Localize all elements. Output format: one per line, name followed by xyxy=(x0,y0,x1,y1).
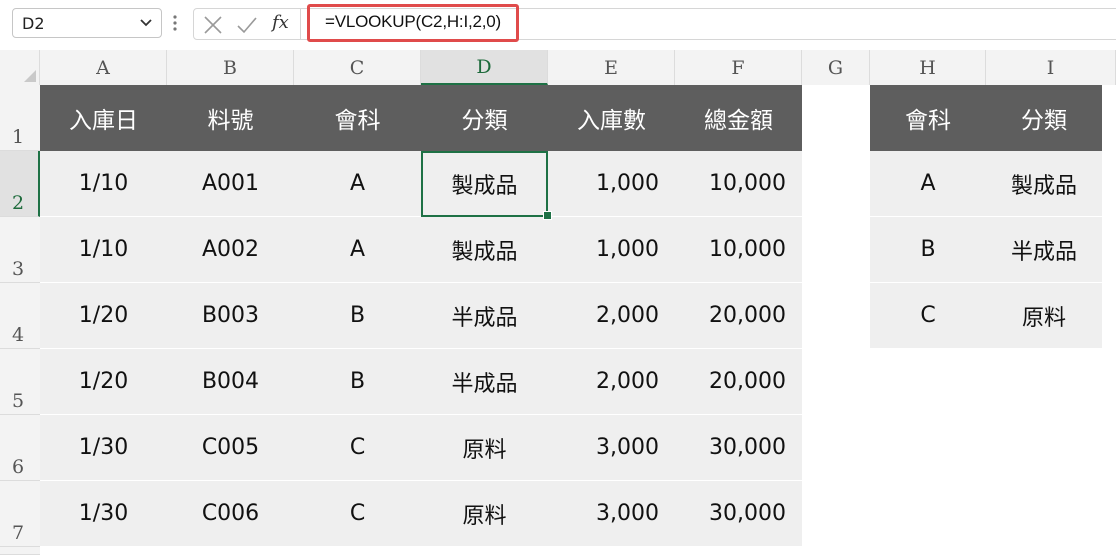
table-header-cell[interactable]: 入庫日 xyxy=(40,85,167,151)
table-cell[interactable]: A001 xyxy=(167,151,294,217)
table-cell[interactable]: 原料 xyxy=(421,481,548,547)
formula-buttons: fx xyxy=(193,8,301,40)
table-cell[interactable]: 1/30 xyxy=(40,481,167,547)
formula-text[interactable]: =VLOOKUP(C2,H:I,2,0) xyxy=(325,12,501,32)
insert-function-icon[interactable]: fx xyxy=(272,12,289,33)
row-header-5[interactable]: 5 xyxy=(0,349,40,415)
table-cell[interactable]: C005 xyxy=(167,415,294,481)
lookup-header-cell[interactable]: 分類 xyxy=(986,85,1102,151)
lookup-cell[interactable]: 原料 xyxy=(986,283,1102,349)
table-cell[interactable]: B xyxy=(294,283,421,349)
table-cell[interactable]: 1/30 xyxy=(40,415,167,481)
column-header-b[interactable]: B xyxy=(167,50,294,85)
column-header-g[interactable]: G xyxy=(802,50,870,85)
lookup-cell[interactable]: 製成品 xyxy=(986,151,1102,217)
formula-bar: D2 fx =VLOOKUP(C2,H:I,2,0) xyxy=(0,0,1116,50)
table-cell[interactable]: 20,000 xyxy=(675,349,802,415)
table-header-cell[interactable]: 料號 xyxy=(167,85,294,151)
table-cell[interactable]: 3,000 xyxy=(548,415,675,481)
table-cell[interactable]: C xyxy=(294,415,421,481)
table-cell[interactable]: A xyxy=(294,217,421,283)
table-header-cell[interactable]: 入庫數 xyxy=(548,85,675,151)
row-header-2[interactable]: 2 xyxy=(0,151,40,217)
table-cell[interactable]: 1/20 xyxy=(40,349,167,415)
table-cell[interactable]: A xyxy=(294,151,421,217)
column-header-d[interactable]: D xyxy=(421,50,548,85)
table-cell[interactable]: B004 xyxy=(167,349,294,415)
table-cell[interactable]: 半成品 xyxy=(421,283,548,349)
column-header-c[interactable]: C xyxy=(294,50,421,85)
table-cell[interactable]: 30,000 xyxy=(675,415,802,481)
table-cell[interactable]: 1/20 xyxy=(40,283,167,349)
column-header-f[interactable]: F xyxy=(675,50,802,85)
table-cell[interactable]: 半成品 xyxy=(421,349,548,415)
table-cell[interactable]: 3,000 xyxy=(548,481,675,547)
table-cell[interactable]: C006 xyxy=(167,481,294,547)
row-number: 4 xyxy=(12,324,25,346)
table-header-cell[interactable]: 總金額 xyxy=(675,85,802,151)
table-cell[interactable]: 1/10 xyxy=(40,217,167,283)
lookup-cell[interactable]: C xyxy=(870,283,986,349)
select-all-corner[interactable] xyxy=(0,50,40,85)
lookup-cell[interactable]: A xyxy=(870,151,986,217)
row-number: 1 xyxy=(12,126,25,148)
table-cell[interactable]: 製成品 xyxy=(421,217,548,283)
enter-check-icon[interactable] xyxy=(236,14,258,36)
row-number: 6 xyxy=(12,456,25,478)
table-cell[interactable]: B003 xyxy=(167,283,294,349)
cancel-icon[interactable] xyxy=(202,14,224,36)
table-cell[interactable]: 1/10 xyxy=(40,151,167,217)
table-cell[interactable]: 2,000 xyxy=(548,283,675,349)
lookup-cell[interactable]: B xyxy=(870,217,986,283)
row-number: 2 xyxy=(12,192,25,214)
column-header-a[interactable]: A xyxy=(40,50,167,85)
name-box[interactable]: D2 xyxy=(12,8,162,38)
more-options-icon[interactable] xyxy=(172,12,178,34)
row-number: 5 xyxy=(12,390,25,412)
table-cell[interactable]: 2,000 xyxy=(548,349,675,415)
row-number: 7 xyxy=(12,522,25,544)
column-header-i[interactable]: I xyxy=(986,50,1116,85)
row-header-6[interactable]: 6 xyxy=(0,415,40,481)
row-number: 3 xyxy=(12,258,25,280)
lookup-cell[interactable]: 半成品 xyxy=(986,217,1102,283)
row-header-8[interactable] xyxy=(0,547,40,555)
table-cell[interactable]: B xyxy=(294,349,421,415)
active-cell-d2[interactable]: 製成品 xyxy=(421,151,548,217)
chevron-down-icon[interactable] xyxy=(139,15,153,29)
table-cell[interactable]: A002 xyxy=(167,217,294,283)
row-header-7[interactable]: 7 xyxy=(0,481,40,547)
name-box-value: D2 xyxy=(22,14,45,33)
table-cell[interactable]: 原料 xyxy=(421,415,548,481)
row-header-4[interactable]: 4 xyxy=(0,283,40,349)
table-cell[interactable]: 1,000 xyxy=(548,151,675,217)
fill-handle[interactable] xyxy=(543,211,552,220)
row-header-1[interactable]: 1 xyxy=(0,85,40,151)
table-cell[interactable]: 20,000 xyxy=(675,283,802,349)
table-cell[interactable]: 10,000 xyxy=(675,217,802,283)
table-cell[interactable]: 30,000 xyxy=(675,481,802,547)
table-cell[interactable]: 10,000 xyxy=(675,151,802,217)
table-cell[interactable]: 1,000 xyxy=(548,217,675,283)
table-header-cell[interactable]: 會科 xyxy=(294,85,421,151)
lookup-header-cell[interactable]: 會科 xyxy=(870,85,986,151)
row-header-3[interactable]: 3 xyxy=(0,217,40,283)
column-header-e[interactable]: E xyxy=(548,50,675,85)
table-cell[interactable]: C xyxy=(294,481,421,547)
column-header-h[interactable]: H xyxy=(870,50,986,85)
table-header-cell[interactable]: 分類 xyxy=(421,85,548,151)
